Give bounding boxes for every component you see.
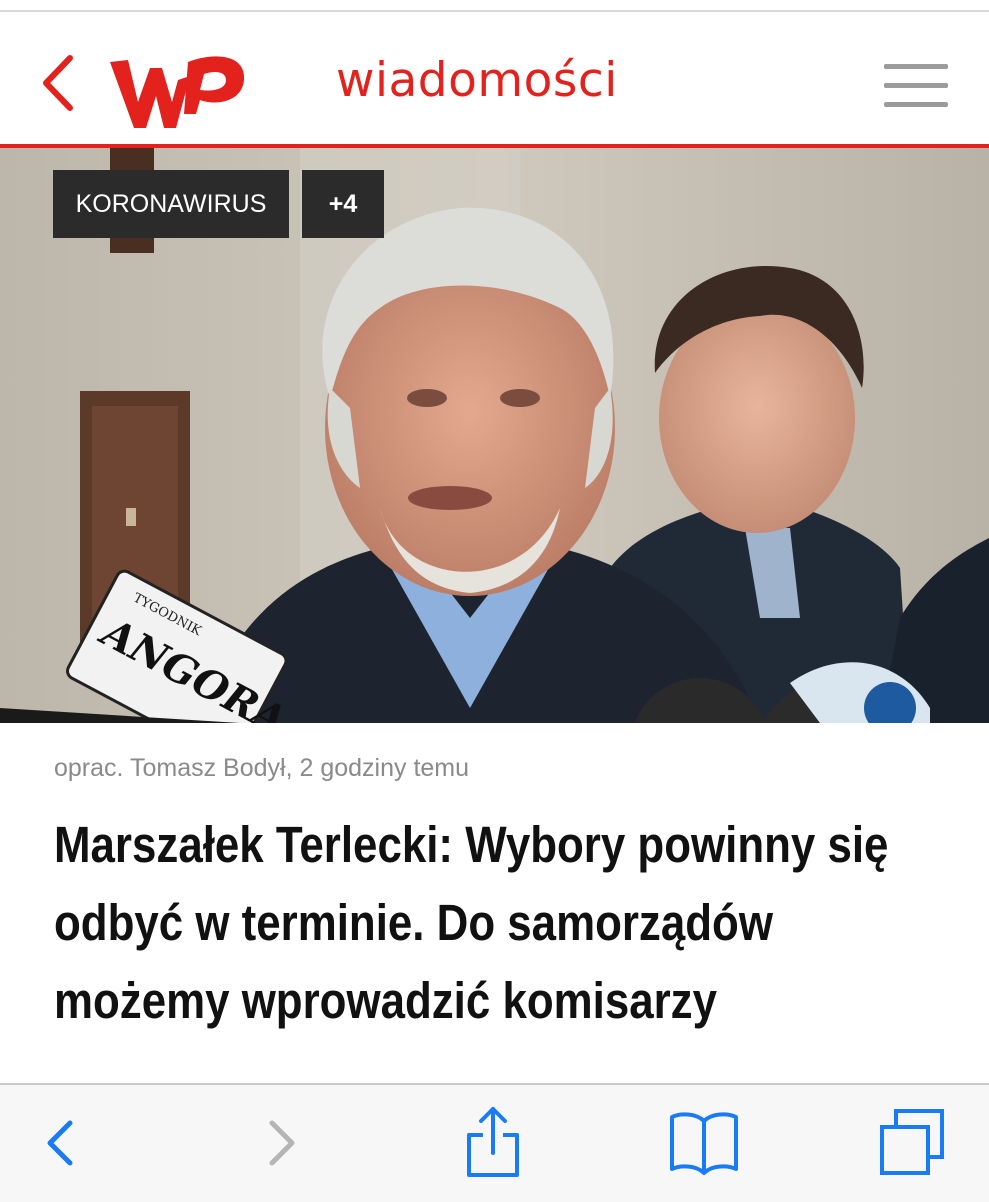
menu-button[interactable] <box>884 64 948 114</box>
chevron-left-icon <box>47 1120 73 1166</box>
wp-logo[interactable] <box>104 40 250 136</box>
status-bar-divider <box>0 0 989 12</box>
chevron-left-icon <box>43 55 73 111</box>
browser-toolbar <box>0 1083 989 1202</box>
wp-logo-icon <box>110 56 245 128</box>
tabs-icon <box>880 1109 944 1175</box>
browser-forward-button[interactable] <box>242 1103 318 1179</box>
browser-back-button[interactable] <box>24 1103 100 1179</box>
article-hero-image[interactable]: TYGODNIK ANGORA KORONAWIRUS +4 <box>0 148 989 723</box>
share-button[interactable] <box>455 1103 531 1179</box>
site-header: wiadomości <box>0 12 989 144</box>
article-byline: oprac. Tomasz Bodył, 2 godziny temu <box>54 754 470 782</box>
tag-more[interactable]: +4 <box>302 170 384 238</box>
book-icon <box>670 1112 738 1175</box>
tag-koronawirus[interactable]: KORONAWIRUS <box>53 170 289 238</box>
back-button[interactable] <box>36 48 86 118</box>
chevron-right-icon <box>269 1120 295 1166</box>
share-icon <box>467 1107 519 1177</box>
hamburger-menu-icon <box>884 64 948 69</box>
section-title[interactable]: wiadomości <box>336 46 618 116</box>
hamburger-menu-icon-line <box>884 102 948 107</box>
article-headline: Marszałek Terlecki: Wybory powinny się o… <box>54 816 889 1029</box>
bookmarks-button[interactable] <box>666 1103 742 1179</box>
hamburger-menu-icon-line <box>884 83 948 88</box>
tabs-button[interactable] <box>874 1103 950 1179</box>
